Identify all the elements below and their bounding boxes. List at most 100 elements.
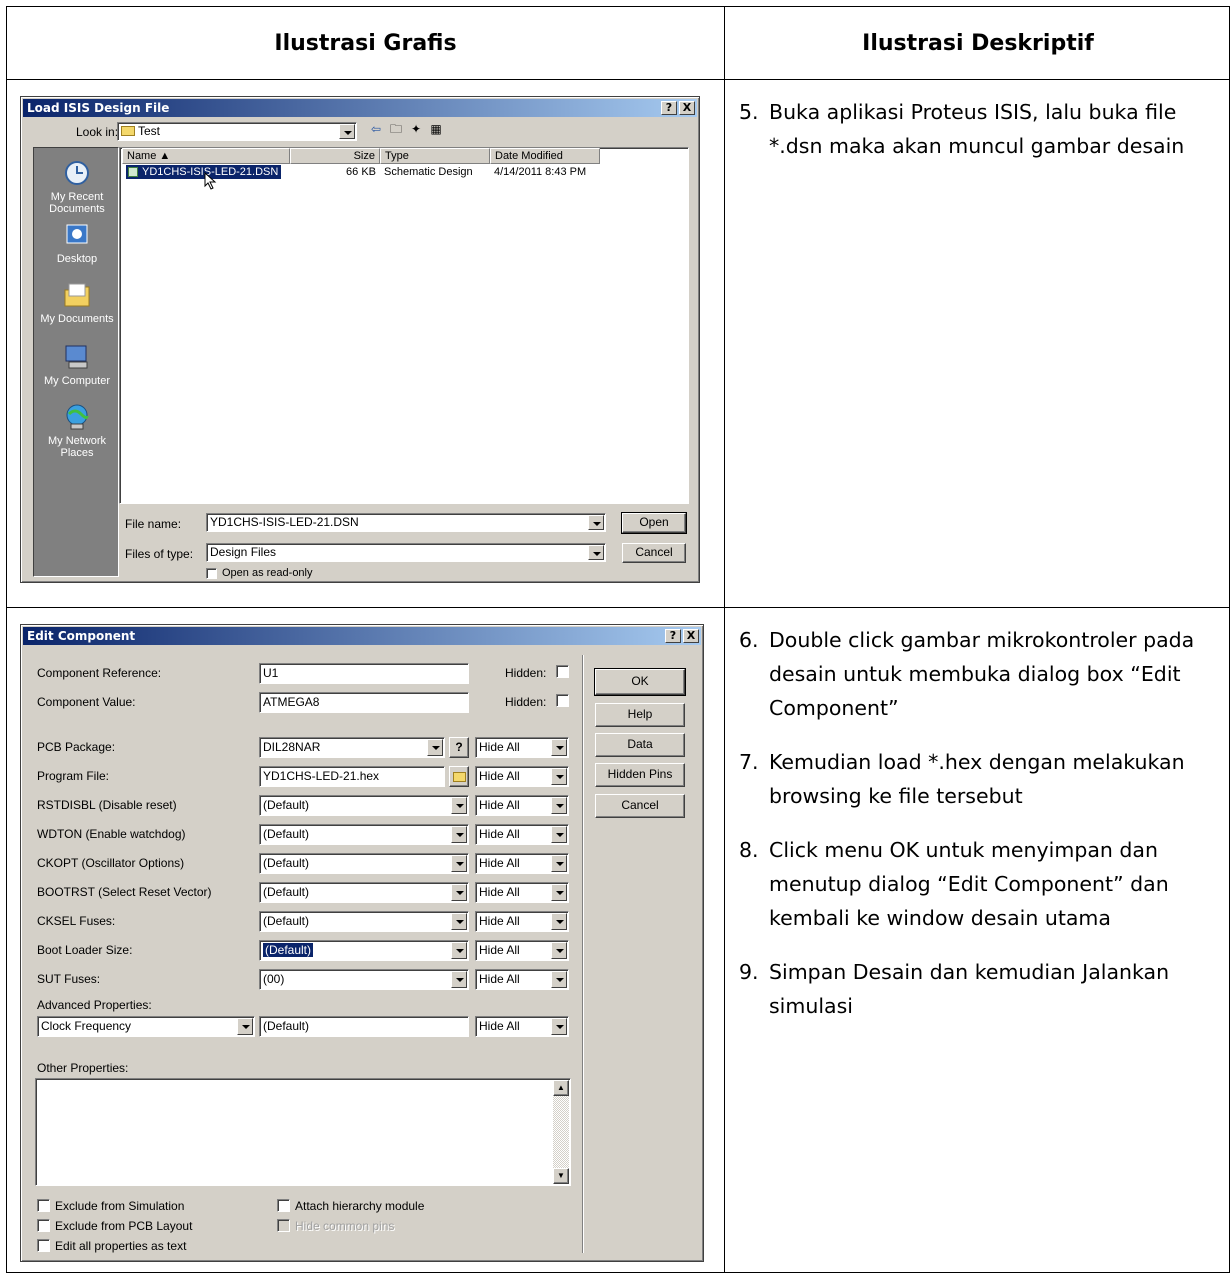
data-button[interactable]: Data	[595, 733, 685, 757]
step-item: 5. Buka aplikasi Proteus ISIS, lalu buka …	[739, 100, 1185, 158]
header-left: Ilustrasi Grafis	[274, 30, 457, 56]
exclude-pcb-checkbox[interactable]	[37, 1219, 50, 1232]
cancel-button[interactable]: Cancel	[595, 794, 685, 818]
property-label: Boot Loader Size:	[37, 943, 133, 957]
header-right: Ilustrasi Deskriptif	[862, 30, 1094, 56]
checkbox-label: Hide common pins	[295, 1219, 395, 1233]
network-places-icon	[61, 402, 93, 432]
help-title-button[interactable]: ?	[665, 629, 681, 643]
attach-hierarchy-checkbox[interactable]	[277, 1199, 290, 1212]
textarea-scrollbar[interactable]: ▲ ▼	[553, 1080, 569, 1184]
step-item: 8. Click menu OK untuk menyimpan dan menu…	[739, 838, 1169, 930]
vertical-separator	[582, 655, 584, 1253]
file-name-input[interactable]: YD1CHS-ISIS-LED-21.DSN	[206, 513, 606, 532]
program-file-input[interactable]: YD1CHS-LED-21.hex	[259, 766, 445, 787]
visibility-select[interactable]: Hide All	[475, 795, 569, 816]
visibility-select[interactable]: Hide All	[475, 824, 569, 845]
advanced-property-select[interactable]: Clock Frequency	[37, 1016, 255, 1037]
property-select[interactable]: (Default)	[259, 853, 469, 874]
new-folder-icon[interactable]: ✦	[407, 121, 425, 137]
sidebar-item-mydocs[interactable]: My Documents	[34, 280, 120, 325]
property-select[interactable]: (Default)	[259, 911, 469, 932]
hidden-pins-button[interactable]: Hidden Pins	[595, 763, 685, 787]
property-select[interactable]: (Default)	[259, 795, 469, 816]
exclude-simulation-checkbox[interactable]	[37, 1199, 50, 1212]
checkbox-label: Exclude from Simulation	[55, 1199, 185, 1213]
property-select[interactable]: (00)	[259, 969, 469, 990]
desktop-icon	[61, 220, 93, 250]
column-name[interactable]: Name ▲	[122, 148, 290, 164]
property-label: BOOTRST (Select Reset Vector)	[37, 885, 212, 899]
files-of-type-label: Files of type:	[125, 547, 194, 561]
ok-button[interactable]: OK	[594, 668, 686, 696]
column-date[interactable]: Date Modified	[490, 148, 600, 164]
other-properties-label: Other Properties:	[37, 1061, 129, 1075]
my-computer-icon	[61, 342, 93, 372]
sidebar-item-recent[interactable]: My Recent Documents	[34, 158, 120, 215]
advanced-value-input[interactable]: (Default)	[259, 1016, 469, 1037]
visibility-select[interactable]: Hide All	[475, 882, 569, 903]
close-title-button[interactable]: X	[683, 629, 699, 643]
visibility-select[interactable]: Hide All	[475, 1016, 569, 1037]
look-in-label: Look in:	[76, 125, 119, 139]
open-button[interactable]: Open	[621, 512, 687, 534]
sidebar-item-computer[interactable]: My Computer	[34, 342, 120, 387]
row-divider	[7, 607, 1229, 608]
view-menu-icon[interactable]: ▦	[427, 121, 445, 137]
edit-as-text-checkbox[interactable]	[37, 1239, 50, 1252]
folder-icon	[121, 126, 135, 136]
hidden-label: Hidden:	[505, 666, 547, 680]
header-divider	[7, 79, 1229, 80]
sidebar-item-network[interactable]: My Network Places	[34, 402, 120, 459]
property-label: WDTON (Enable watchdog)	[37, 827, 186, 841]
step-item: 7. Kemudian load *.hex dengan melakukan b…	[739, 750, 1185, 808]
read-only-checkbox[interactable]	[206, 568, 217, 579]
load-dialog-titlebar: Load ISIS Design File ? X	[23, 99, 697, 117]
help-button[interactable]: Help	[595, 703, 685, 727]
package-help-button[interactable]: ?	[449, 737, 469, 758]
edit-component-dialog: Edit Component ? X Component Reference: …	[20, 624, 704, 1262]
up-folder-icon[interactable]: 🗀	[387, 121, 405, 137]
component-value-input[interactable]: ATMEGA8	[259, 692, 469, 713]
component-reference-input[interactable]: U1	[259, 663, 469, 684]
edit-dialog-titlebar: Edit Component ? X	[23, 627, 701, 645]
schematic-file-icon	[128, 167, 138, 177]
other-properties-textarea[interactable]: ▲ ▼	[35, 1078, 571, 1186]
places-sidebar: My Recent Documents Desktop My Documents…	[33, 147, 119, 577]
column-size[interactable]: Size	[290, 148, 380, 164]
recent-documents-icon	[61, 158, 93, 188]
checkbox-label: Exclude from PCB Layout	[55, 1219, 193, 1233]
back-arrow-icon[interactable]: ⇦	[367, 121, 385, 137]
file-date-cell: 4/14/2011 8:43 PM	[494, 166, 587, 178]
cancel-button[interactable]: Cancel	[622, 543, 686, 563]
scroll-down-icon[interactable]: ▼	[553, 1168, 569, 1184]
hidden-label: Hidden:	[505, 695, 547, 709]
help-title-button[interactable]: ?	[661, 101, 677, 115]
visibility-select[interactable]: Hide All	[475, 911, 569, 932]
visibility-select[interactable]: Hide All	[475, 737, 569, 758]
component-reference-label: Component Reference:	[37, 666, 162, 680]
property-select[interactable]: (Default)	[259, 940, 469, 961]
file-type-cell: Schematic Design	[384, 166, 473, 178]
hidden-reference-checkbox[interactable]	[556, 665, 569, 678]
step-item: 9. Simpan Desain dan kemudian Jalankan si…	[739, 960, 1170, 1018]
step-item: 6. Double click gambar mikrokontroler pad…	[739, 628, 1195, 720]
visibility-select[interactable]: Hide All	[475, 969, 569, 990]
visibility-select[interactable]: Hide All	[475, 766, 569, 787]
hidden-value-checkbox[interactable]	[556, 694, 569, 707]
file-list[interactable]: Name ▲ Size Type Date Modified YD1CHS-IS…	[119, 147, 689, 504]
scroll-up-icon[interactable]: ▲	[553, 1080, 569, 1096]
visibility-select[interactable]: Hide All	[475, 853, 569, 874]
files-of-type-select[interactable]: Design Files	[206, 543, 606, 562]
browse-folder-button[interactable]	[449, 766, 469, 787]
pcb-package-select[interactable]: DIL28NAR	[259, 737, 445, 758]
property-select[interactable]: (Default)	[259, 824, 469, 845]
hide-common-pins-checkbox	[277, 1219, 290, 1232]
sidebar-item-desktop[interactable]: Desktop	[34, 220, 120, 265]
mouse-cursor-icon	[204, 172, 217, 190]
visibility-select[interactable]: Hide All	[475, 940, 569, 961]
close-title-button[interactable]: X	[679, 101, 695, 115]
column-type[interactable]: Type	[380, 148, 490, 164]
property-select[interactable]: (Default)	[259, 882, 469, 903]
look-in-dropdown[interactable]: Test	[117, 122, 357, 141]
